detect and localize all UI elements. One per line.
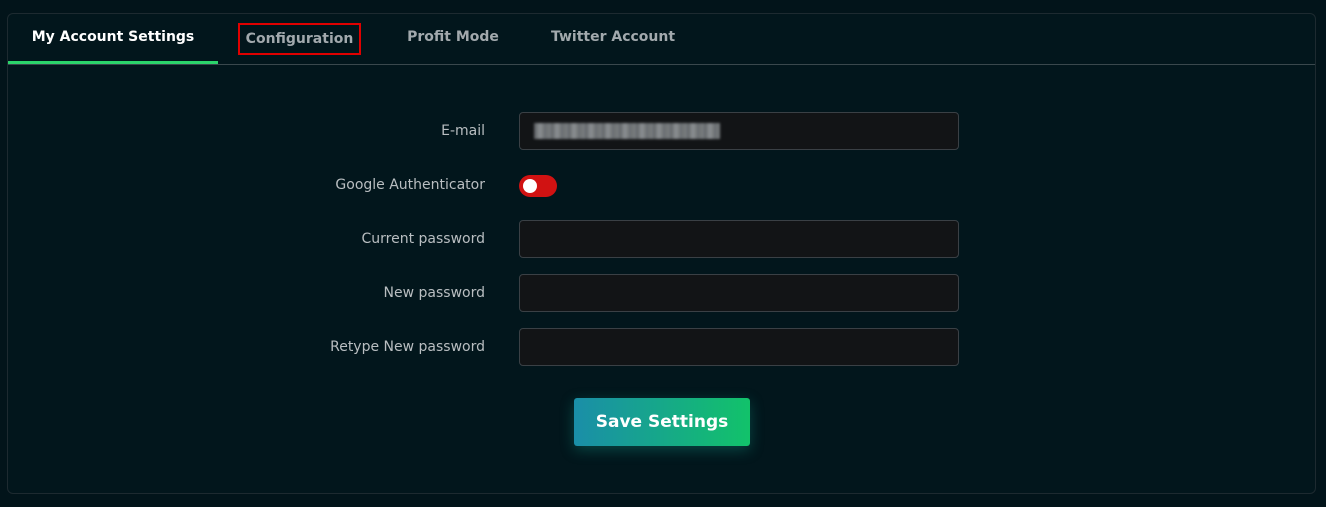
tab-my-account-settings[interactable]: My Account Settings xyxy=(8,14,218,64)
new-password-label: New password xyxy=(383,285,485,301)
retype-new-password-input[interactable] xyxy=(519,328,959,366)
current-password-label: Current password xyxy=(361,231,486,247)
current-password-input[interactable] xyxy=(519,220,959,258)
new-password-input[interactable] xyxy=(519,274,959,312)
google-authenticator-toggle[interactable] xyxy=(519,175,557,197)
toggle-knob xyxy=(523,179,537,193)
settings-panel: My Account Settings Configuration Profit… xyxy=(7,13,1316,494)
tab-configuration[interactable]: Configuration xyxy=(238,23,361,55)
google-authenticator-label: Google Authenticator xyxy=(335,177,485,193)
tab-twitter-account[interactable]: Twitter Account xyxy=(538,14,688,64)
retype-new-password-label: Retype New password xyxy=(330,339,485,355)
save-settings-button[interactable]: Save Settings xyxy=(574,398,750,446)
email-label: E-mail xyxy=(441,123,485,139)
tab-profit-mode[interactable]: Profit Mode xyxy=(388,14,518,64)
email-value-redacted: redacted xyxy=(534,123,720,139)
email-field[interactable]: redacted xyxy=(519,112,959,150)
tab-bar: My Account Settings Configuration Profit… xyxy=(8,14,1315,65)
